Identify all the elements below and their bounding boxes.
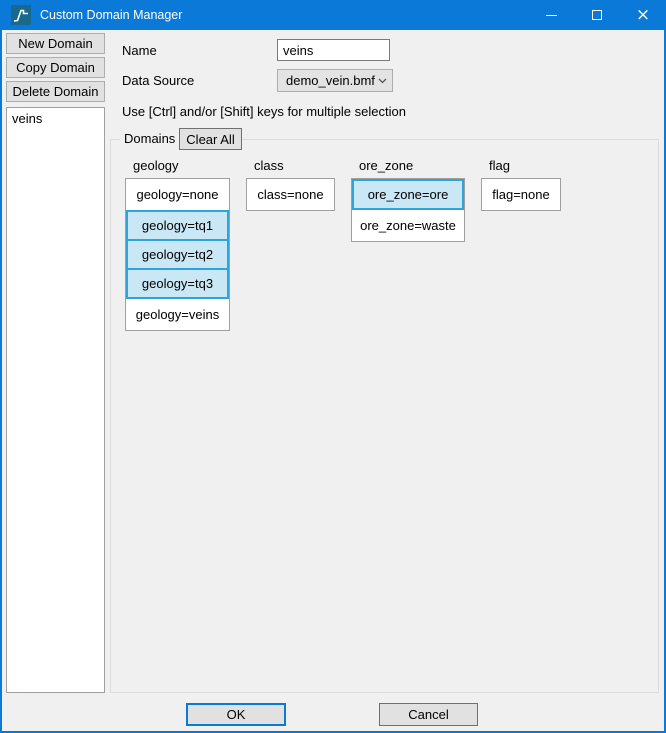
custom-domain-manager-window: Custom Domain Manager × New Domain Copy … (0, 0, 666, 733)
column-class: class class=none (246, 158, 335, 331)
list-item[interactable]: ore_zone=ore (352, 179, 464, 210)
cancel-button[interactable]: Cancel (379, 703, 478, 726)
data-source-value: demo_vein.bmf (286, 72, 375, 88)
minimize-icon (545, 14, 557, 16)
class-value-list[interactable]: class=none (246, 178, 335, 211)
window-controls: × (528, 0, 664, 30)
close-icon: × (635, 4, 651, 25)
delete-domain-button[interactable]: Delete Domain (6, 81, 105, 102)
name-label: Name (122, 42, 157, 58)
domains-group-label: Domains (120, 128, 180, 150)
data-source-label: Data Source (122, 72, 195, 88)
column-flag: flag flag=none (481, 158, 561, 331)
domains-group-header: Domains Clear All (120, 128, 242, 150)
close-button[interactable]: × (620, 0, 664, 30)
column-ore-zone: ore_zone ore_zone=ore ore_zone=waste (351, 158, 465, 331)
name-row: Name (110, 39, 659, 61)
chevron-down-icon (378, 78, 387, 83)
maximize-button[interactable] (574, 0, 620, 30)
list-item[interactable]: geology=tq2 (126, 239, 229, 270)
window-title: Custom Domain Manager (40, 8, 183, 22)
list-item[interactable]: geology=tq3 (126, 268, 229, 299)
column-header-flag: flag (489, 158, 510, 173)
domain-list[interactable]: veins (6, 107, 105, 693)
data-source-dropdown[interactable]: demo_vein.bmf (277, 68, 393, 92)
new-domain-button[interactable]: New Domain (6, 33, 105, 54)
domain-list-item-veins[interactable]: veins (7, 108, 104, 128)
data-source-row: Data Source demo_vein.bmf (110, 68, 659, 92)
column-header-ore-zone: ore_zone (359, 158, 414, 173)
clear-all-button[interactable]: Clear All (179, 128, 242, 150)
maximize-icon (592, 10, 602, 20)
minimize-button[interactable] (528, 0, 574, 30)
list-item[interactable]: geology=veins (126, 299, 229, 330)
column-header-geology: geology (133, 158, 179, 173)
name-input[interactable] (277, 39, 390, 61)
multi-select-hint: Use [Ctrl] and/or [Shift] keys for multi… (122, 104, 406, 119)
domain-columns: geology geology=none geology=tq1 geology… (111, 140, 658, 331)
app-polyline-icon (11, 5, 31, 25)
ok-button[interactable]: OK (186, 703, 286, 726)
list-item[interactable]: ore_zone=waste (352, 210, 464, 241)
main-panel: Name Data Source demo_vein.bmf Use [Ctrl… (106, 30, 664, 693)
list-item[interactable]: class=none (247, 179, 334, 210)
list-item[interactable]: geology=none (126, 179, 229, 210)
column-header-class: class (254, 158, 284, 173)
list-item[interactable]: flag=none (482, 179, 560, 210)
domains-group-box: Domains Clear All geology geology=none g… (110, 128, 659, 693)
list-item[interactable]: geology=tq1 (126, 210, 229, 241)
geology-value-list[interactable]: geology=none geology=tq1 geology=tq2 geo… (125, 178, 230, 331)
dialog-footer: OK Cancel (2, 693, 664, 731)
flag-value-list[interactable]: flag=none (481, 178, 561, 211)
dialog-body: New Domain Copy Domain Delete Domain vei… (2, 30, 664, 693)
titlebar[interactable]: Custom Domain Manager × (2, 0, 664, 30)
copy-domain-button[interactable]: Copy Domain (6, 57, 105, 78)
ore-zone-value-list[interactable]: ore_zone=ore ore_zone=waste (351, 178, 465, 242)
column-geology: geology geology=none geology=tq1 geology… (125, 158, 230, 331)
domain-sidebar: New Domain Copy Domain Delete Domain vei… (2, 30, 106, 693)
